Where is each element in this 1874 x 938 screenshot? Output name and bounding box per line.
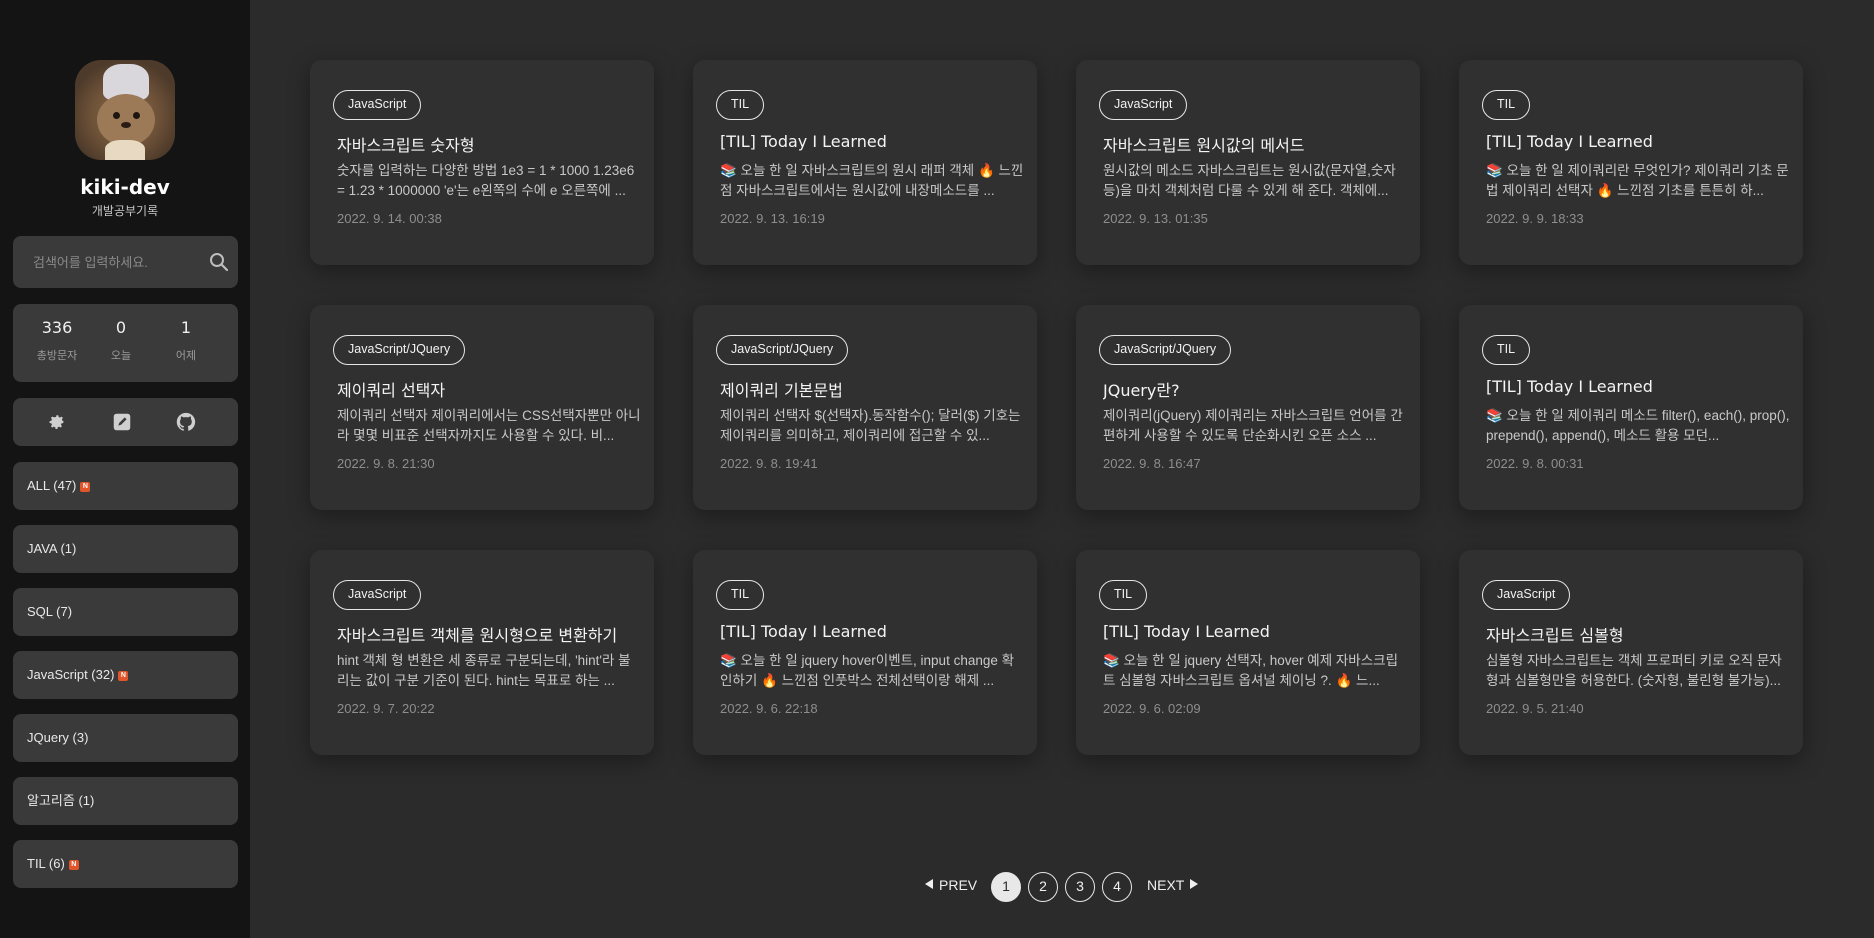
post-title[interactable]: [TIL] Today I Learned	[720, 622, 1020, 641]
post-date: 2022. 9. 9. 18:33	[1486, 211, 1584, 226]
post-title[interactable]: 제이쿼리 기본문법	[720, 377, 1020, 401]
category-jquery[interactable]: JQuery (3)	[13, 714, 238, 762]
post-tag[interactable]: TIL	[716, 580, 765, 610]
post-card[interactable]: JavaScript 자바스크립트 심볼형 심볼형 자바스크립트는 객체 프로퍼…	[1459, 550, 1803, 755]
post-excerpt: 제이쿼리 선택자 제이쿼리에서는 CSS선택자뿐만 아니라 몇몇 비표준 선택자…	[337, 408, 641, 443]
post-date: 2022. 9. 14. 00:38	[337, 211, 442, 226]
page-1-button[interactable]: 1	[991, 872, 1021, 902]
post-title[interactable]: 자바스크립트 숫자형	[337, 132, 637, 156]
search-input[interactable]	[33, 251, 193, 273]
sidebar: kiki-dev 개발공부기록 336 총방문자 0 오늘 1 어제	[0, 0, 250, 938]
post-tag[interactable]: TIL	[716, 90, 765, 120]
post-title[interactable]: [TIL] Today I Learned	[1486, 132, 1786, 151]
stat-yesterday: 1 어제	[175, 318, 197, 362]
post-date: 2022. 9. 6. 22:18	[720, 701, 818, 716]
post-excerpt: 숫자를 입력하는 다양한 방법 1e3 = 1 * 1000 1.23e6 = …	[337, 163, 635, 198]
post-tag[interactable]: TIL	[1482, 90, 1531, 120]
new-badge: N	[118, 670, 129, 681]
post-date: 2022. 9. 13. 16:19	[720, 211, 825, 226]
new-badge: N	[68, 859, 79, 870]
post-card[interactable]: TIL [TIL] Today I Learned 📚 오늘 한 일 자바스크립…	[693, 60, 1037, 265]
github-icon[interactable]	[175, 411, 197, 433]
search-box	[13, 236, 238, 288]
post-excerpt: 제이쿼리 선택자 $(선택자).동작함수(); 달러($) 기호는 제이쿼리를 …	[720, 408, 1021, 443]
post-tag[interactable]: JavaScript	[1482, 580, 1571, 610]
avatar-face	[97, 94, 155, 146]
post-excerpt: 제이쿼리(jQuery) 제이쿼리는 자바스크립트 언어를 간편하게 사용할 수…	[1103, 408, 1403, 443]
post-tag[interactable]: JavaScript	[333, 90, 422, 120]
arrow-left-icon	[925, 879, 933, 889]
edit-icon[interactable]	[111, 411, 133, 433]
post-card[interactable]: JavaScript 자바스크립트 숫자형 숫자를 입력하는 다양한 방법 1e…	[310, 60, 654, 265]
post-excerpt: hint 객체 형 변환은 세 종류로 구분되는데, 'hint'라 불리는 값…	[337, 653, 631, 688]
post-card[interactable]: JavaScript 자바스크립트 객체를 원시형으로 변환하기 hint 객체…	[310, 550, 654, 755]
post-card[interactable]: TIL [TIL] Today I Learned 📚 오늘 한 일 jquer…	[693, 550, 1037, 755]
post-card[interactable]: JavaScript/JQuery 제이쿼리 기본문법 제이쿼리 선택자 $(선…	[693, 305, 1037, 510]
post-tag[interactable]: TIL	[1099, 580, 1148, 610]
post-card[interactable]: TIL [TIL] Today I Learned 📚 오늘 한 일 제이쿼리 …	[1459, 305, 1803, 510]
post-excerpt: 원시값의 메소드 자바스크립트는 원시값(문자열,숫자 등)을 마치 객체처럼 …	[1103, 163, 1396, 198]
category-sql[interactable]: SQL (7)	[13, 588, 238, 636]
category-java[interactable]: JAVA (1)	[13, 525, 238, 573]
next-page-button[interactable]: NEXT	[1147, 877, 1199, 893]
post-title[interactable]: 자바스크립트 심볼형	[1486, 622, 1786, 646]
post-title[interactable]: 자바스크립트 객체를 원시형으로 변환하기	[337, 622, 637, 646]
post-excerpt: 📚 오늘 한 일 jquery hover이벤트, input change 확…	[720, 653, 1015, 688]
post-date: 2022. 9. 13. 01:35	[1103, 211, 1208, 226]
category-algorithm[interactable]: 알고리즘 (1)	[13, 777, 238, 825]
post-excerpt: 📚 오늘 한 일 자바스크립트의 원시 래퍼 객체 🔥 느낀점 자바스크립트에서…	[720, 163, 1024, 198]
avatar[interactable]	[75, 60, 175, 160]
post-date: 2022. 9. 7. 20:22	[337, 701, 435, 716]
post-excerpt: 심볼형 자바스크립트는 객체 프로퍼티 키로 오직 문자형과 심볼형만을 허용한…	[1486, 653, 1782, 688]
category-javascript[interactable]: JavaScript (32) N	[13, 651, 238, 699]
post-date: 2022. 9. 5. 21:40	[1486, 701, 1584, 716]
page-2-button[interactable]: 2	[1028, 872, 1058, 902]
blog-title[interactable]: kiki-dev	[0, 175, 250, 199]
gear-icon[interactable]	[46, 411, 68, 433]
new-badge: N	[80, 481, 91, 492]
post-date: 2022. 9. 8. 21:30	[337, 456, 435, 471]
post-title[interactable]: [TIL] Today I Learned	[1486, 377, 1786, 396]
post-tag[interactable]: JavaScript/JQuery	[1099, 335, 1232, 365]
prev-page-button[interactable]: PREV	[925, 877, 977, 893]
post-date: 2022. 9. 8. 00:31	[1486, 456, 1584, 471]
page-4-button[interactable]: 4	[1102, 872, 1132, 902]
search-icon[interactable]	[209, 252, 229, 272]
post-date: 2022. 9. 6. 02:09	[1103, 701, 1201, 716]
arrow-right-icon	[1190, 879, 1199, 889]
admin-icon-bar	[13, 398, 238, 446]
post-tag[interactable]: TIL	[1482, 335, 1531, 365]
post-title[interactable]: [TIL] Today I Learned	[1103, 622, 1403, 641]
post-date: 2022. 9. 8. 16:47	[1103, 456, 1201, 471]
page-3-button[interactable]: 3	[1065, 872, 1095, 902]
post-card[interactable]: JavaScript 자바스크립트 원시값의 메서드 원시값의 메소드 자바스크…	[1076, 60, 1420, 265]
visitor-stats: 336 총방문자 0 오늘 1 어제	[13, 304, 238, 382]
post-tag[interactable]: JavaScript	[1099, 90, 1188, 120]
post-excerpt: 📚 오늘 한 일 제이쿼리 메소드 filter(), each(), prop…	[1486, 408, 1790, 443]
stat-total: 336 총방문자	[36, 318, 78, 362]
category-til[interactable]: TIL (6) N	[13, 840, 238, 888]
post-title[interactable]: [TIL] Today I Learned	[720, 132, 1020, 151]
post-excerpt: 📚 오늘 한 일 제이쿼리란 무엇인가? 제이쿼리 기초 문법 제이쿼리 선택자…	[1486, 163, 1789, 198]
post-tag[interactable]: JavaScript	[333, 580, 422, 610]
stat-today: 0 오늘	[110, 318, 132, 362]
post-excerpt: 📚 오늘 한 일 jquery 선택자, hover 예제 자바스크립트 심볼형…	[1103, 653, 1398, 688]
post-title[interactable]: 자바스크립트 원시값의 메서드	[1103, 132, 1403, 156]
post-card[interactable]: JavaScript/JQuery JQuery란? 제이쿼리(jQuery) …	[1076, 305, 1420, 510]
blog-subtitle: 개발공부기록	[91, 204, 159, 218]
post-title[interactable]: 제이쿼리 선택자	[337, 377, 637, 401]
post-card[interactable]: TIL [TIL] Today I Learned 📚 오늘 한 일 jquer…	[1076, 550, 1420, 755]
post-tag[interactable]: JavaScript/JQuery	[333, 335, 466, 365]
post-card[interactable]: JavaScript/JQuery 제이쿼리 선택자 제이쿼리 선택자 제이쿼리…	[310, 305, 654, 510]
post-date: 2022. 9. 8. 19:41	[720, 456, 818, 471]
post-tag[interactable]: JavaScript/JQuery	[716, 335, 849, 365]
post-title[interactable]: JQuery란?	[1103, 377, 1403, 401]
post-card[interactable]: TIL [TIL] Today I Learned 📚 오늘 한 일 제이쿼리란…	[1459, 60, 1803, 265]
category-all[interactable]: ALL (47) N	[13, 462, 238, 510]
